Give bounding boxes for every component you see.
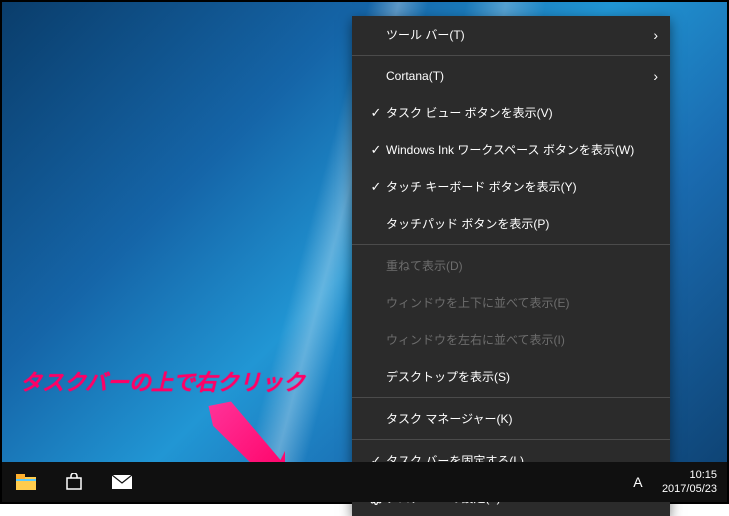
clock-time: 10:15 [662,468,717,482]
menu-separator [352,244,670,245]
menu-show-taskview[interactable]: ✓ タスク ビュー ボタンを表示(V) [352,94,670,131]
menu-label: デスクトップを表示(S) [386,368,658,385]
menu-label: Cortana(T) [386,69,653,83]
menu-show-desktop[interactable]: デスクトップを表示(S) [352,358,670,395]
chevron-right-icon: › [653,68,658,84]
menu-separator [352,439,670,440]
menu-toolbars[interactable]: ツール バー(T) › [352,16,670,53]
taskbar-context-menu: ツール バー(T) › Cortana(T) › ✓ タスク ビュー ボタンを表… [352,16,670,516]
menu-label: タスク ビュー ボタンを表示(V) [386,104,658,121]
menu-separator [352,397,670,398]
file-explorer-icon[interactable] [2,462,50,502]
menu-cortana[interactable]: Cortana(T) › [352,58,670,94]
menu-label: ツール バー(T) [386,26,653,43]
system-clock[interactable]: 10:15 2017/05/23 [652,468,727,497]
menu-stack-vertical: ウィンドウを上下に並べて表示(E) [352,284,670,321]
menu-stack-horizontal: ウィンドウを左右に並べて表示(I) [352,321,670,358]
menu-show-touchpad[interactable]: タッチパッド ボタンを表示(P) [352,205,670,242]
check-icon: ✓ [366,105,386,121]
check-icon: ✓ [366,179,386,195]
menu-separator [352,55,670,56]
menu-task-manager[interactable]: タスク マネージャー(K) [352,400,670,437]
menu-label: Windows Ink ワークスペース ボタンを表示(W) [386,141,658,158]
menu-show-ink[interactable]: ✓ Windows Ink ワークスペース ボタンを表示(W) [352,131,670,168]
store-icon[interactable] [50,462,98,502]
menu-show-touchkb[interactable]: ✓ タッチ キーボード ボタンを表示(Y) [352,168,670,205]
menu-cascade: 重ねて表示(D) [352,247,670,284]
chevron-right-icon: › [653,27,658,43]
ime-indicator[interactable]: A [624,474,652,490]
clock-date: 2017/05/23 [662,482,717,496]
menu-label: タッチパッド ボタンを表示(P) [386,215,658,232]
menu-label: タスク マネージャー(K) [386,410,658,427]
menu-label: ウィンドウを上下に並べて表示(E) [386,294,658,311]
menu-label: タッチ キーボード ボタンを表示(Y) [386,178,658,195]
taskbar[interactable]: A 10:15 2017/05/23 [2,462,727,502]
mail-icon[interactable] [98,462,146,502]
check-icon: ✓ [366,142,386,158]
menu-label: 重ねて表示(D) [386,257,658,274]
menu-label: ウィンドウを左右に並べて表示(I) [386,331,658,348]
annotation-text: タスクバーの上で右クリック [20,365,305,397]
